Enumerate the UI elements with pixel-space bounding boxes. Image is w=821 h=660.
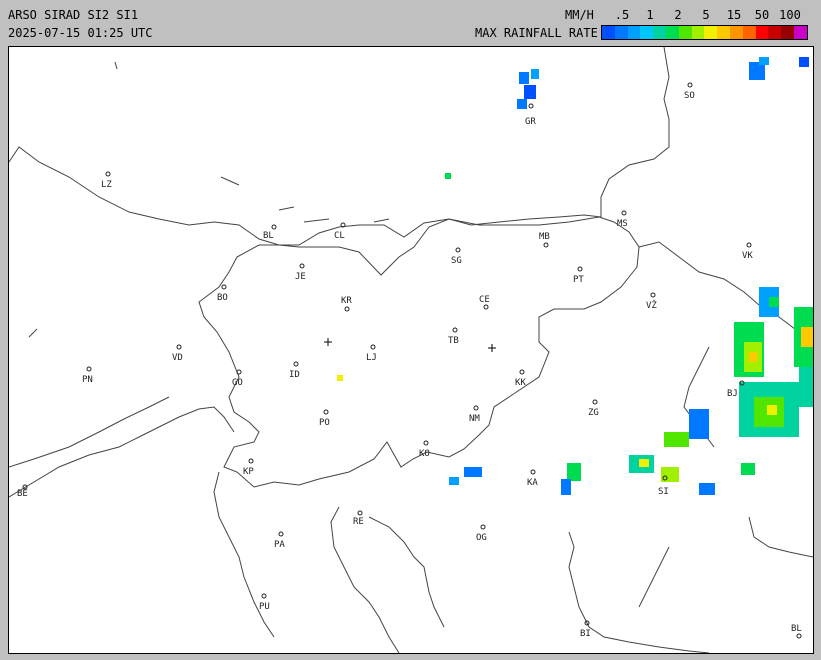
city-label-si: SI <box>658 487 669 497</box>
border-lines <box>9 47 813 653</box>
city-label-mb: MB <box>539 232 550 242</box>
city-label-zg: ZG <box>588 408 599 418</box>
legend-tick: 100 <box>779 8 801 22</box>
legend-tick: 50 <box>754 8 770 22</box>
city-label-pn: PN <box>82 375 93 385</box>
radar-map-canvas: GR SO LZ BL CL MS MB SG VK JE PT BO KR C… <box>9 47 813 653</box>
legend-title: MAX RAINFALL RATE <box>475 26 598 40</box>
legend-swatch <box>640 26 654 39</box>
radar-site-markers <box>324 338 496 352</box>
city-label-id: ID <box>289 370 300 380</box>
city-label-bi: BI <box>580 629 591 639</box>
city-label-pa: PA <box>274 540 285 550</box>
legend-swatch <box>653 26 666 39</box>
legend-swatch <box>678 26 692 39</box>
city-label-ce: CE <box>479 295 490 305</box>
city-label-ko: KO <box>419 449 430 459</box>
city-label-bl2: BL <box>791 624 802 634</box>
legend-swatch <box>614 26 628 39</box>
legend-swatch <box>704 26 718 39</box>
city-label-ms: MS <box>617 219 628 229</box>
city-label-tb: TB <box>448 336 459 346</box>
radar-title: ARSO SIRAD SI2 SI1 <box>8 8 139 22</box>
city-label-nm: NM <box>469 414 480 424</box>
legend-swatch <box>602 26 615 39</box>
city-label-sg: SG <box>451 256 462 266</box>
city-label-vk: VK <box>742 251 753 261</box>
legend-tick: .5 <box>614 8 630 22</box>
city-label-bl: BL <box>263 231 274 241</box>
city-label-pu: PU <box>259 602 270 612</box>
city-label-so: SO <box>684 91 695 101</box>
city-label-bj: BJ <box>727 389 738 399</box>
city-label-vd: VD <box>172 353 183 363</box>
legend-swatch <box>627 26 641 39</box>
legend-color-bar <box>601 25 808 40</box>
radar-timestamp: 2025-07-15 01:25 UTC <box>8 26 153 40</box>
city-label-ka: KA <box>527 478 538 488</box>
city-label-re: RE <box>353 517 364 527</box>
legend-swatch <box>665 26 679 39</box>
city-label-go: GO <box>232 378 243 388</box>
legend-swatch <box>717 26 730 39</box>
city-label-kk: KK <box>515 378 526 388</box>
legend-swatch <box>755 26 769 39</box>
city-label-vz: VŽ <box>646 299 657 311</box>
city-label-be: BE <box>17 489 28 499</box>
city-label-kr: KR <box>341 296 352 306</box>
legend-swatch <box>781 26 794 39</box>
legend-swatch <box>691 26 705 39</box>
legend-unit: MM/H <box>565 8 594 22</box>
city-label-kp: KP <box>243 467 254 477</box>
legend-swatch <box>768 26 782 39</box>
city-label-je: JE <box>295 272 306 282</box>
legend-tick: 15 <box>726 8 742 22</box>
legend-swatch <box>729 26 743 39</box>
city-label-lz: LZ <box>101 180 112 190</box>
city-label-pt: PT <box>573 275 584 285</box>
city-label-bo: BO <box>217 293 228 303</box>
radar-map[interactable]: GR SO LZ BL CL MS MB SG VK JE PT BO KR C… <box>8 46 814 654</box>
city-labels: GR SO LZ BL CL MS MB SG VK JE PT BO KR C… <box>17 91 802 639</box>
radar-window: ARSO SIRAD SI2 SI1 2025-07-15 01:25 UTC … <box>0 0 821 660</box>
legend-tick: 1 <box>646 8 654 22</box>
city-label-cl: CL <box>334 231 345 241</box>
city-label-po: PO <box>319 418 330 428</box>
legend-tick: 2 <box>674 8 682 22</box>
legend-tick: 5 <box>702 8 710 22</box>
city-label-gr: GR <box>525 117 536 127</box>
legend-swatch <box>742 26 756 39</box>
city-label-lj: LJ <box>366 353 377 363</box>
legend-swatch <box>793 26 807 39</box>
city-label-og: OG <box>476 533 487 543</box>
